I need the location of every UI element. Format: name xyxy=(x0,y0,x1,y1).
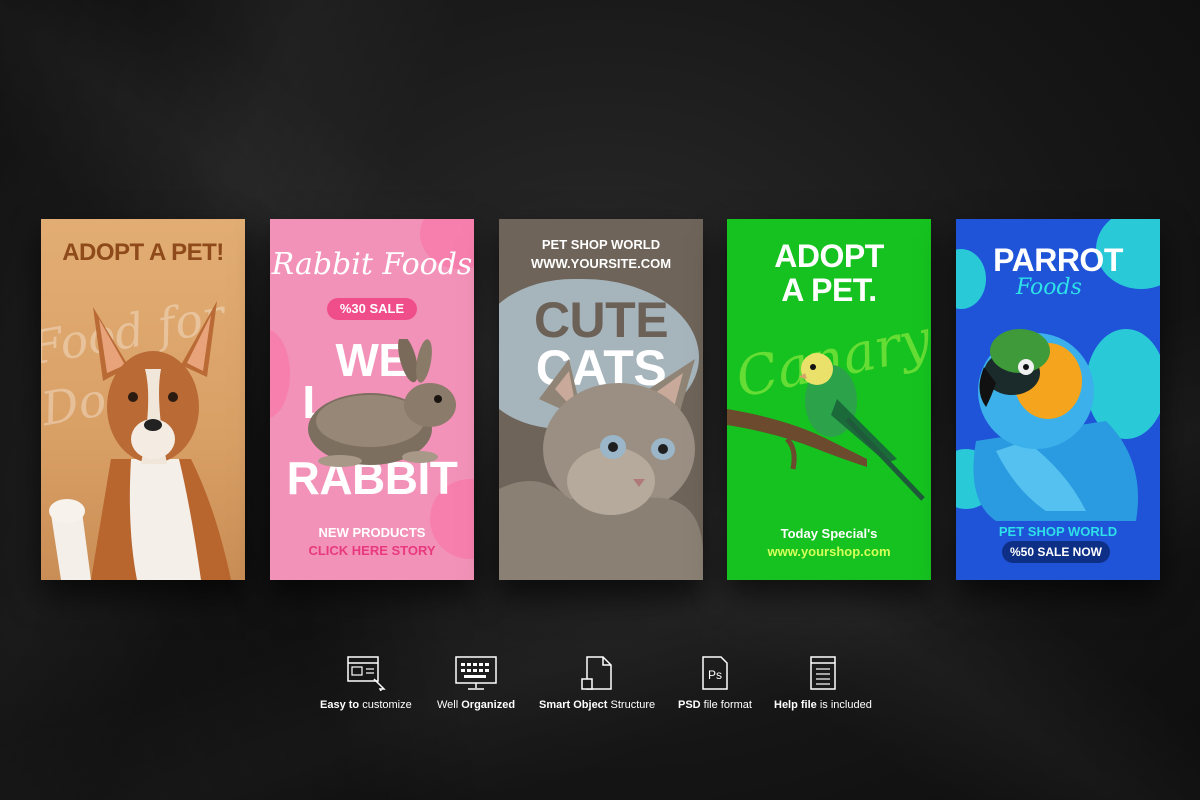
story-card-parrot: PARROT Foods PET SHOP WORLD %50 SALE NOW xyxy=(956,219,1160,580)
feature-bold: PSD xyxy=(678,699,701,711)
feature-bold: Organized xyxy=(461,699,516,711)
feature-psd-format: Ps PSD file format xyxy=(678,655,752,711)
new-products-label: NEW PRODUCTS xyxy=(318,525,426,540)
sale-badge: %30 SALE xyxy=(327,298,417,320)
monitor-keyboard-icon xyxy=(455,656,497,690)
help-file-icon xyxy=(810,656,836,690)
shop-name: PET SHOP WORLD xyxy=(998,524,1118,539)
smart-object-icon xyxy=(581,656,612,690)
sale-badge[interactable]: %50 SALE NOW xyxy=(1002,541,1110,563)
card-title: ADOPT A PET! xyxy=(62,239,224,266)
story-card-cat: PET SHOP WORLD WWW.YOURSITE.COM CUTE CAT… xyxy=(499,219,703,580)
feature-text: file format xyxy=(700,699,752,711)
headline-title: PARROT xyxy=(993,242,1123,278)
click-here-link[interactable]: CLICK HERE STORY xyxy=(270,543,474,558)
story-card-rabbit: Rabbit Foods %30 SALE WE L RABBIT NEW PR… xyxy=(270,219,474,580)
feature-text: customize xyxy=(359,699,412,711)
parakeet-image xyxy=(727,353,925,501)
feature-easy-customize: Easy to customize xyxy=(320,655,412,711)
rabbit-image xyxy=(308,339,456,467)
feature-bold: Help file xyxy=(774,699,817,711)
feature-text: is included xyxy=(816,699,872,711)
feature-text: Structure xyxy=(607,699,656,711)
website-url: WWW.YOURSITE.COM xyxy=(530,256,672,271)
story-card-dog: Food for Dogs ADOPT A PET! xyxy=(41,219,245,580)
headline-line-1: ADOPT xyxy=(774,238,884,274)
today-special-label: Today Special's xyxy=(780,526,878,541)
script-subtitle: Foods xyxy=(1016,275,1082,300)
macaw-image xyxy=(973,329,1138,521)
feature-text: Well xyxy=(437,699,462,711)
feature-well-organized: Well Organized xyxy=(437,655,515,711)
feature-help-file: Help file is included xyxy=(774,655,872,711)
shop-name: PET SHOP WORLD xyxy=(541,237,661,252)
feature-smart-object: Smart Object Structure xyxy=(539,655,655,711)
headline-line-2: A PET. xyxy=(781,272,877,308)
script-title: Rabbit Foods xyxy=(271,247,473,282)
customize-icon xyxy=(347,656,386,691)
shop-url[interactable]: www.yourshop.com xyxy=(727,544,931,559)
cat-image xyxy=(499,359,703,580)
dog-image xyxy=(49,301,231,580)
psd-icon-label: Ps xyxy=(708,668,722,682)
headline-line-1: CUTE xyxy=(533,292,669,348)
story-card-canary: Canary ADOPT A PET. Today Special's www.… xyxy=(727,219,931,580)
feature-bold: Smart Object xyxy=(539,699,608,711)
psd-file-icon: Ps xyxy=(702,656,728,690)
feature-bold: Easy to xyxy=(320,699,360,711)
